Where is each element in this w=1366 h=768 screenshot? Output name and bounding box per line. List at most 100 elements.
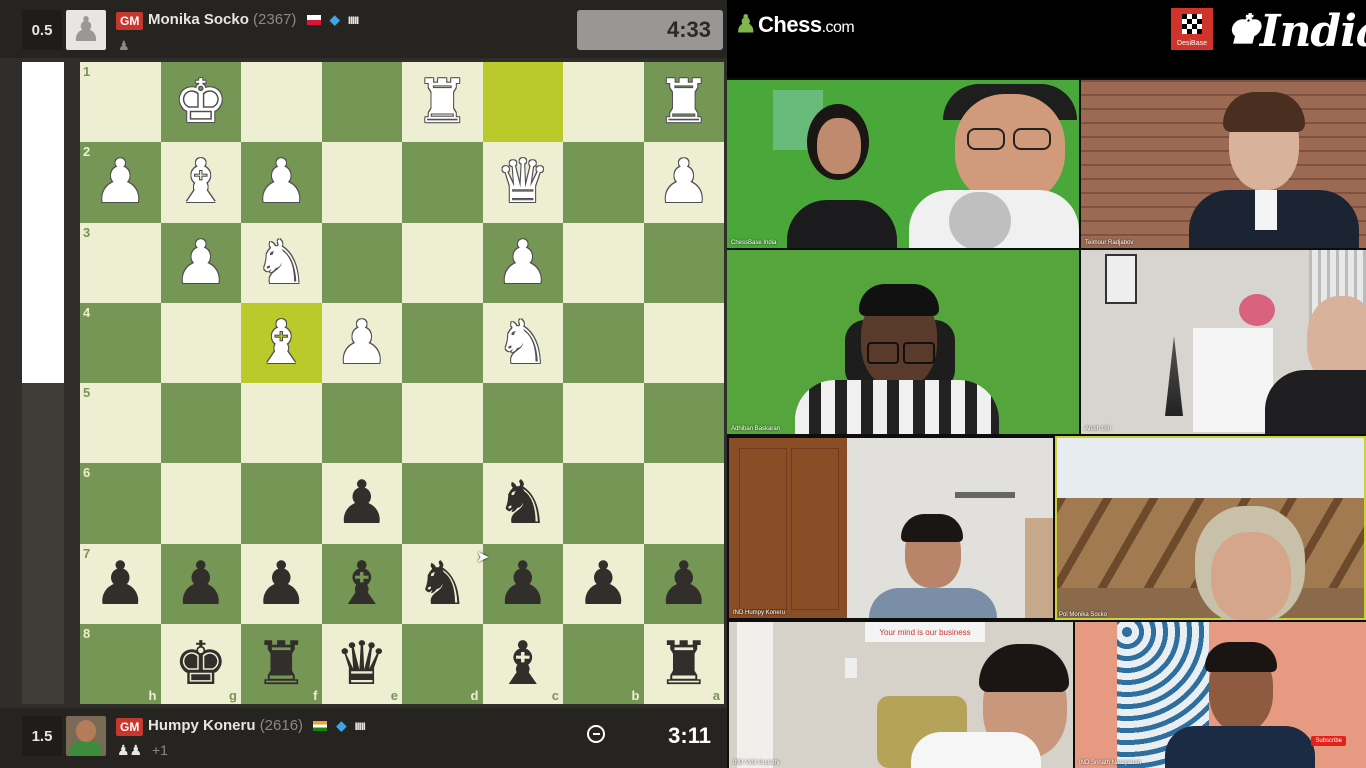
black-pawn-icon[interactable]: ♟ [657,553,711,614]
black-rook-icon[interactable]: ♜ [254,633,308,694]
video-tile-humpy-koneru[interactable]: IND Humpy Koneru [729,438,1053,618]
board-square-b8[interactable]: b [563,623,644,704]
black-pawn-icon[interactable]: ♟ [174,553,228,614]
board-square-d8[interactable]: d [402,623,483,704]
board-square-b6[interactable] [563,463,644,544]
board-square-a6[interactable] [643,463,724,544]
board-square-d5[interactable] [402,383,483,464]
white-king-icon[interactable]: ♚ [174,72,228,132]
black-pawn-icon[interactable]: ♟ [335,473,389,533]
board-square-e6[interactable]: ♟ [321,463,402,544]
board-square-f6[interactable] [241,463,322,544]
bottom-player-name-line[interactable]: Humpy Koneru (2616) ◆ IIIII [148,717,366,734]
board-square-d3[interactable] [402,222,483,303]
white-pawn-icon[interactable]: ♟ [174,232,228,293]
board-square-h3[interactable]: 3 [80,222,161,303]
board-square-c8[interactable]: c ♝ [482,623,563,704]
board-square-a4[interactable] [643,302,724,383]
board-square-f8[interactable]: f ♜ [241,623,322,704]
black-knight-icon[interactable]: ♞ [415,553,469,614]
board-square-h1[interactable]: 1 [80,62,161,143]
board-square-h7[interactable]: 7 ♟ [80,543,161,624]
board-square-e1[interactable] [321,62,402,143]
board-square-g7[interactable]: ♟ [160,543,241,624]
white-queen-icon[interactable]: ♛ [496,152,550,212]
board-square-e2[interactable] [321,142,402,223]
board-square-h4[interactable]: 4 [80,302,161,383]
board-square-a8[interactable]: a ♜ [643,623,724,704]
board-square-g1[interactable]: ♚ [160,62,241,143]
board-square-d7[interactable]: ♞ [402,543,483,624]
board-square-f4[interactable]: ♝ [241,302,322,383]
board-square-b3[interactable] [563,222,644,303]
board-square-b1[interactable] [563,62,644,143]
subscribe-button[interactable]: Subscribe [1311,736,1346,746]
board-square-e3[interactable] [321,222,402,303]
white-pawn-icon[interactable]: ♟ [335,312,389,373]
board-square-e8[interactable]: e ♛ [321,623,402,704]
white-rook-icon[interactable]: ♜ [657,72,711,132]
board-square-h6[interactable]: 6 [80,463,161,544]
board-square-e4[interactable]: ♟ [321,302,402,383]
black-bishop-icon[interactable]: ♝ [496,633,550,694]
board-square-d4[interactable] [402,302,483,383]
board-square-c5[interactable] [482,383,563,464]
board-square-g6[interactable] [160,463,241,544]
board-square-e5[interactable] [321,383,402,464]
black-pawn-icon[interactable]: ♟ [93,553,147,614]
video-tile-chessbase-india[interactable]: ChessBase India [727,80,1079,248]
white-bishop-icon[interactable]: ♝ [254,312,308,373]
board-square-c2[interactable]: ♛ [482,142,563,223]
video-tile-teimour-radjabov[interactable]: Teimour Radjabov [1081,80,1366,248]
board-square-f7[interactable]: ♟ [241,543,322,624]
chess-board[interactable]: 1 ♚ ♜ ♜ 2 ♟ ♝ ♟ ♛ ♟ 3 ♟ ♞ ♟ 4 ♝ ♟ ♞ 5 6 ♟ ♞ 7 ♟ ♟ ♟ ♝ ♞ ♟ ♟ ♟ 8 h g ♚ f ♜ e ♛ d… [80,62,724,704]
white-knight-icon[interactable]: ♞ [496,312,550,373]
board-square-f5[interactable] [241,383,322,464]
video-tile-adhiban-baskaran[interactable]: Adhiban Baskaran [727,250,1079,434]
bottom-player-avatar[interactable] [66,716,106,756]
board-square-g2[interactable]: ♝ [160,142,241,223]
board-square-g4[interactable] [160,302,241,383]
board-square-a7[interactable]: ♟ [643,543,724,624]
black-pawn-icon[interactable]: ♟ [576,553,630,614]
black-queen-icon[interactable]: ♛ [335,633,389,694]
board-square-g5[interactable] [160,383,241,464]
white-pawn-icon[interactable]: ♟ [657,152,711,212]
board-square-a3[interactable] [643,222,724,303]
board-square-f1[interactable] [241,62,322,143]
board-square-b5[interactable] [563,383,644,464]
black-pawn-icon[interactable]: ♟ [496,553,550,614]
video-tile-monika-socko[interactable]: Pol Monika Socko [1055,436,1366,620]
board-square-e7[interactable]: ♝ [321,543,402,624]
board-square-c3[interactable]: ♟ [482,222,563,303]
video-tile-srinath-narayanan[interactable]: Subscribe IND Srinath Narayanan [1075,622,1366,768]
board-square-d1[interactable]: ♜ [402,62,483,143]
black-pawn-icon[interactable]: ♟ [254,553,308,614]
black-rook-icon[interactable]: ♜ [657,633,711,694]
white-pawn-icon[interactable]: ♟ [93,152,147,212]
video-tile-anish-giri[interactable]: Anish Giri [1081,250,1366,434]
board-square-c4[interactable]: ♞ [482,302,563,383]
board-square-g8[interactable]: g ♚ [160,623,241,704]
board-square-g3[interactable]: ♟ [160,222,241,303]
board-square-f2[interactable]: ♟ [241,142,322,223]
board-square-h8[interactable]: 8h [80,623,161,704]
board-square-d2[interactable] [402,142,483,223]
white-knight-icon[interactable]: ♞ [254,232,308,293]
top-player-name-line[interactable]: Monika Socko (2367) ◆ IIIII [148,11,359,28]
chesscom-logo[interactable]: ♟Chess.com [735,10,855,39]
board-square-c7[interactable]: ♟ [482,543,563,624]
black-king-icon[interactable]: ♚ [174,633,228,694]
board-square-f3[interactable]: ♞ [241,222,322,303]
black-knight-icon[interactable]: ♞ [496,473,550,533]
board-square-a2[interactable]: ♟ [643,142,724,223]
video-tile-vidit-gujrathi[interactable]: Your mind is our business IND Vidit Gujr… [729,622,1073,768]
board-square-c1[interactable] [482,62,563,143]
board-square-h2[interactable]: 2 ♟ [80,142,161,223]
bottom-player-name[interactable]: Humpy Koneru [148,717,256,734]
top-player-avatar[interactable]: ♟ [66,10,106,50]
board-square-d6[interactable] [402,463,483,544]
white-bishop-icon[interactable]: ♝ [174,152,228,212]
board-square-b4[interactable] [563,302,644,383]
board-square-b7[interactable]: ♟ [563,543,644,624]
